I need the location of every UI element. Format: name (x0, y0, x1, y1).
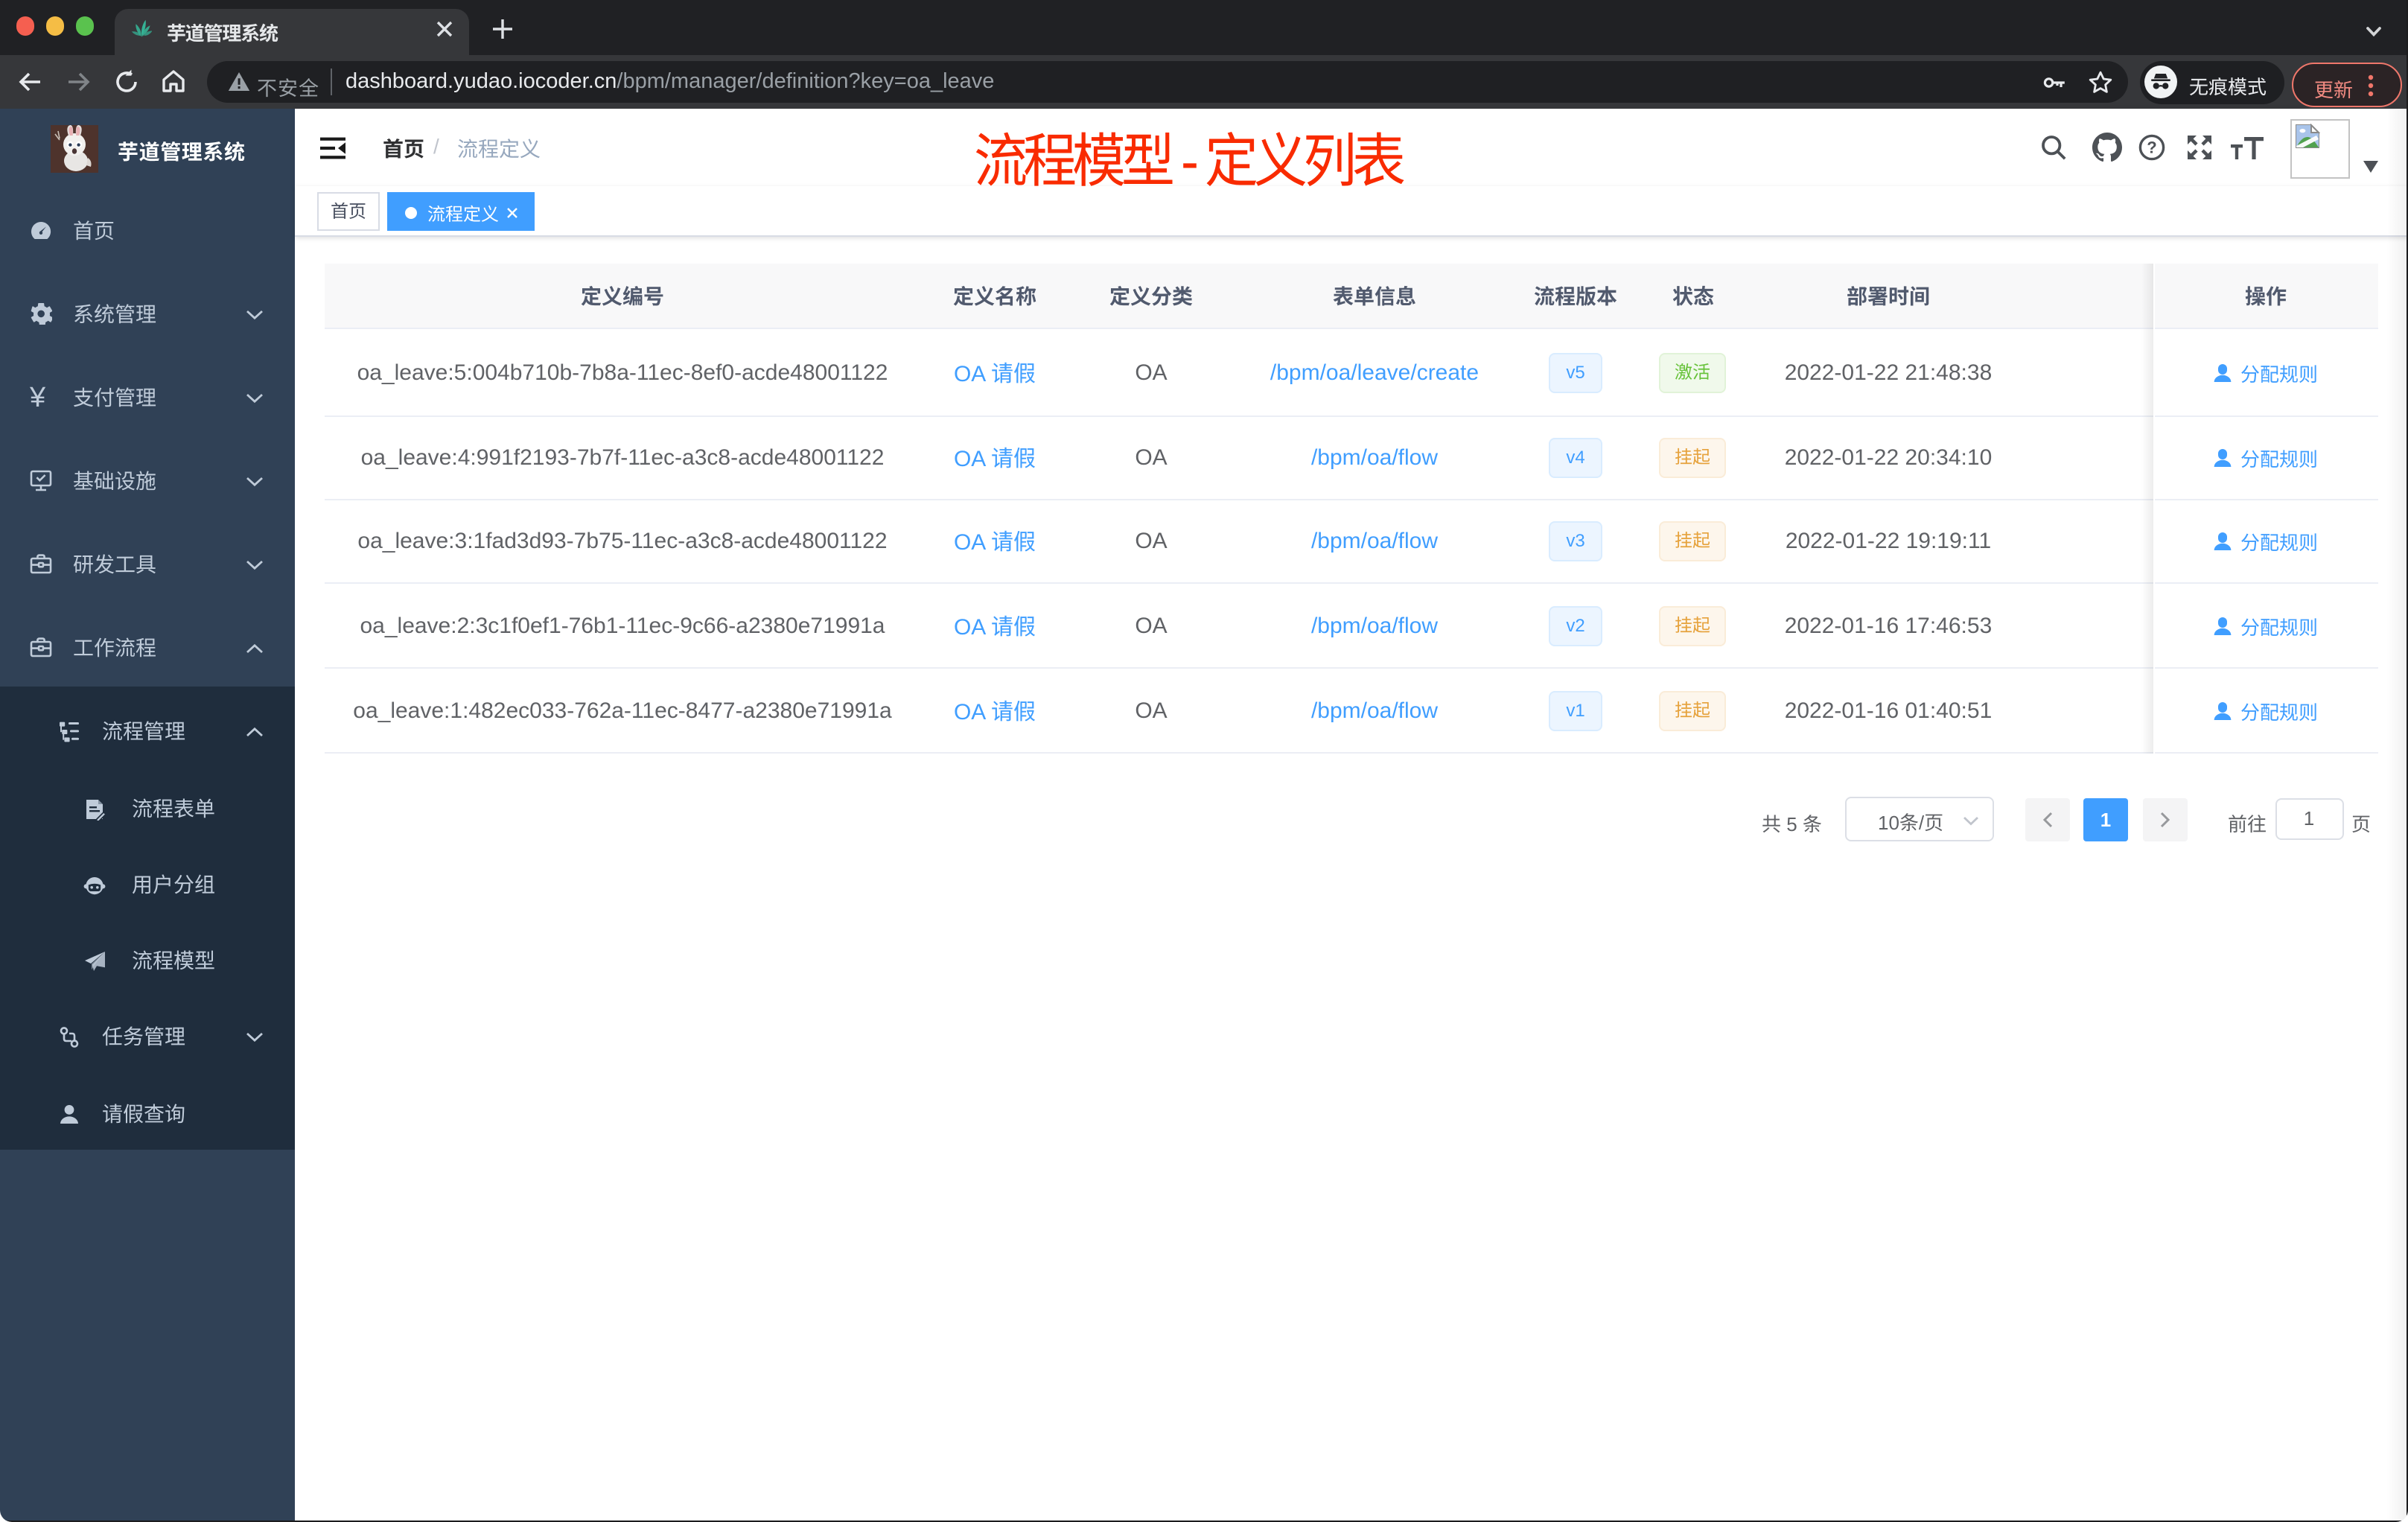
svg-text:?: ? (2147, 138, 2156, 157)
